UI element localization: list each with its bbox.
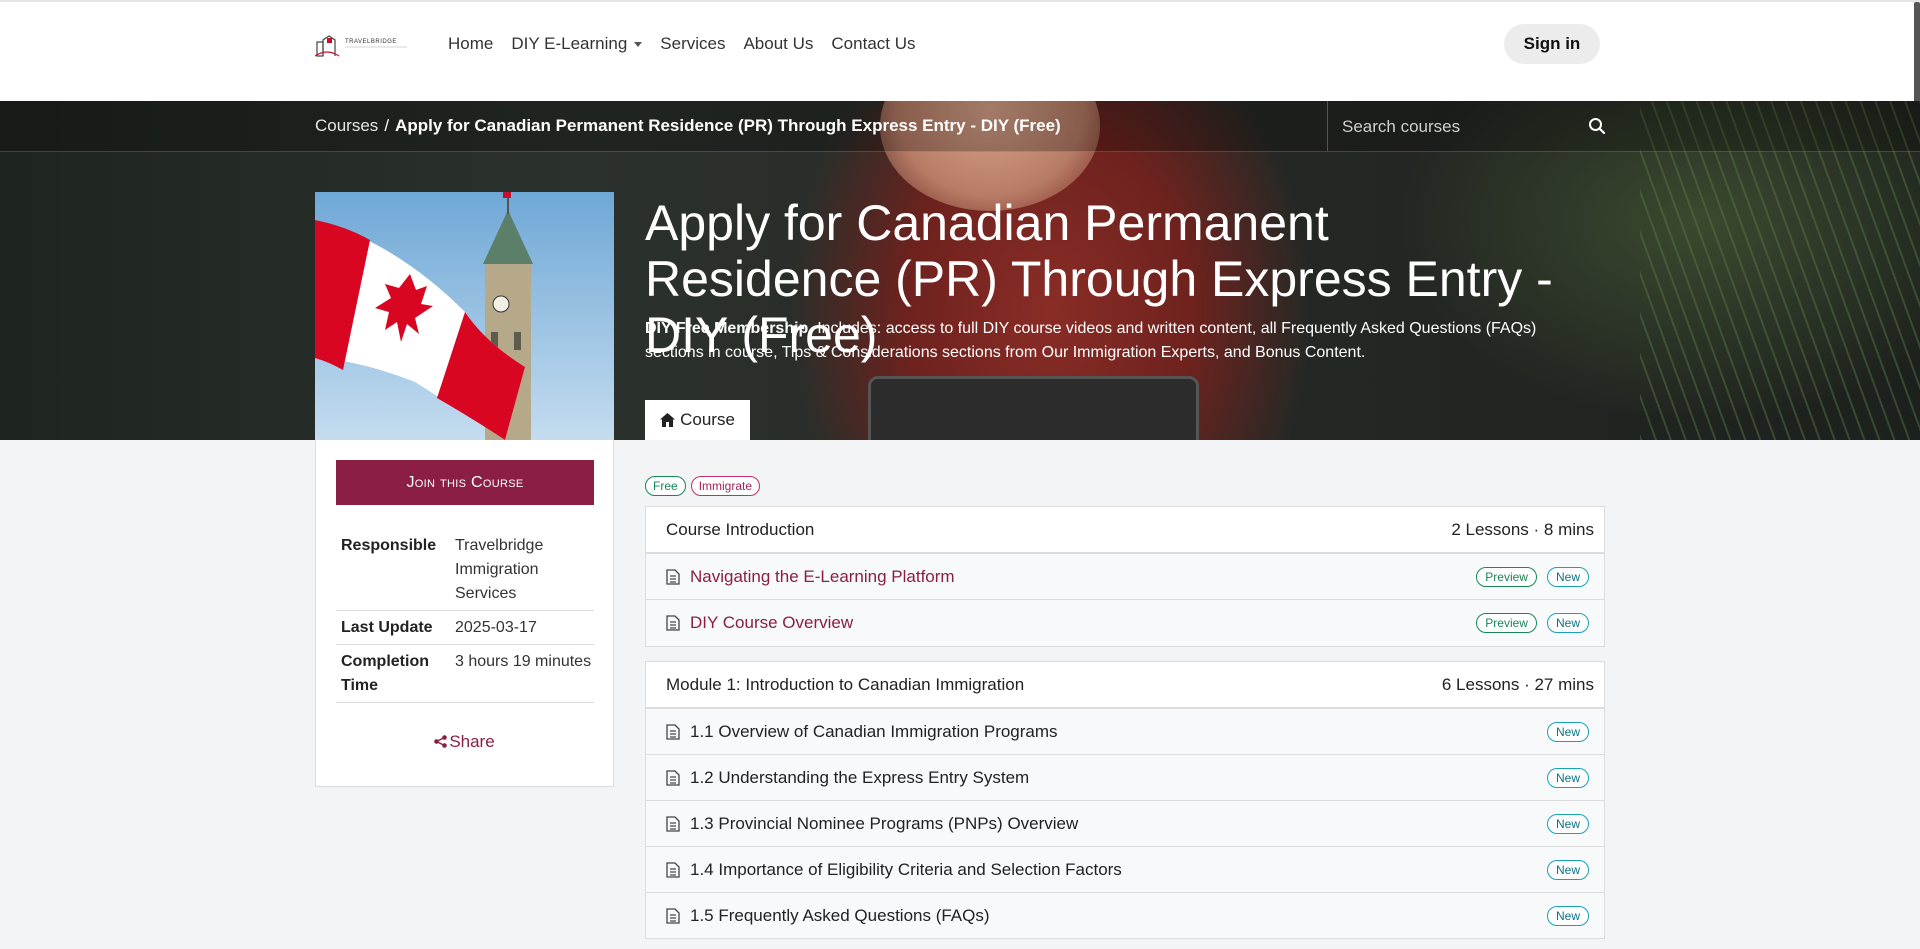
info-row-responsible: Responsible Travelbridge Immigration Ser… [336,529,594,611]
nav-link-diy-elearning[interactable]: DIY E-Learning [502,30,651,58]
course-hero: Courses / Apply for Canadian Permanent Res… [0,101,1920,440]
section-title: Course Introduction [666,519,815,539]
share-icon [434,735,448,748]
nav-link-home[interactable]: Home [448,30,502,58]
course-info-table: Responsible Travelbridge Immigration Ser… [336,529,594,703]
nav-link-services[interactable]: Services [651,30,734,58]
course-description: DIY Free Membership. Includes: access to… [645,317,1575,365]
section-header[interactable]: Course Introduction 2 Lessons · 8 mins [646,507,1604,554]
lesson-item[interactable]: Navigating the E-Learning Platform Previ… [646,554,1604,600]
info-label: Last Update [341,619,433,636]
info-label: Responsible [341,537,437,554]
nav-link-about-us[interactable]: About Us [734,30,822,58]
lesson-item[interactable]: DIY Course Overview Preview New [646,600,1604,646]
share-link[interactable]: Share [316,732,613,752]
section-meta: 6 Lessons · 27 mins [1441,674,1594,694]
membership-label: DIY Free Membership. [645,320,813,337]
course-tags: Free Immigrate [645,476,761,496]
join-course-label: Join this Course [406,473,524,491]
document-icon [666,568,680,585]
course-sidebar: Join this Course Responsible Travelbridg… [315,440,614,787]
breadcrumb: Courses / Apply for Canadian Permanent Res… [315,116,1061,136]
join-course-button[interactable]: Join this Course [336,460,594,505]
tab-course[interactable]: Course [645,400,750,440]
new-badge: New [1546,613,1589,633]
new-badge: New [1546,905,1589,926]
new-badge: New [1546,859,1589,880]
share-label: Share [449,732,495,751]
nav-link-contact-us[interactable]: Contact Us [822,30,924,58]
section-module-1: Module 1: Introduction to Canadian Immig… [645,661,1605,939]
tag-free[interactable]: Free [645,476,686,496]
preview-badge: Preview [1476,613,1537,633]
lesson-item[interactable]: 1.3 Provincial Nominee Programs (PNPs) O… [646,801,1604,847]
tag-immigrate[interactable]: Immigrate [690,476,761,496]
lesson-title[interactable]: DIY Course Overview [690,613,1466,633]
info-value: 3 hours 19 minutes [455,653,592,670]
section-course-introduction: Course Introduction 2 Lessons · 8 mins N… [645,506,1605,647]
document-icon [666,907,680,924]
lesson-item[interactable]: 1.1 Overview of Canadian Immigration Pro… [646,709,1604,755]
lesson-title: 1.1 Overview of Canadian Immigration Pro… [690,721,1058,741]
breadcrumb-separator: / [384,116,390,135]
nav-link-diy-elearning-label: DIY E-Learning [511,34,628,53]
lesson-title: 1.4 Importance of Eligibility Criteria a… [690,859,1122,879]
document-icon [666,861,680,878]
new-badge: New [1546,767,1589,788]
lesson-item[interactable]: 1.4 Importance of Eligibility Criteria a… [646,847,1604,893]
main-nav: Home DIY E-Learning Services About Us Co… [448,30,925,58]
info-row-completion-time: Completion Time 3 hours 19 minutes [336,645,594,703]
lesson-title: 1.2 Understanding the Express Entry Syst… [690,767,1030,787]
lesson-item[interactable]: 1.5 Frequently Asked Questions (FAQs) Ne… [646,893,1604,939]
home-icon [660,413,676,427]
course-cover-image [315,192,614,440]
breadcrumb-courses-link[interactable]: Courses [315,116,378,135]
info-value: 2025-03-17 [455,619,537,636]
document-icon [666,815,680,832]
search-input[interactable] [1340,114,1564,140]
lesson-title[interactable]: Navigating the E-Learning Platform [690,567,1466,587]
new-badge: New [1546,566,1589,587]
travelbridge-logo[interactable]: TRAVELBRIDGE [315,30,409,62]
chevron-down-icon [634,42,643,48]
document-icon [666,769,680,786]
document-icon [666,723,680,740]
top-navbar: TRAVELBRIDGE Home DIY E-Learning Service… [0,0,1920,101]
breadcrumb-current: Apply for Canadian Permanent Residence (… [395,116,1061,135]
hero-background-laptop [868,376,1199,440]
section-title: Module 1: Introduction to Canadian Immig… [666,674,1025,694]
lesson-item[interactable]: 1.2 Understanding the Express Entry Syst… [646,755,1604,801]
section-meta: 2 Lessons · 8 mins [1451,519,1594,539]
info-row-last-update: Last Update 2025-03-17 [336,611,594,645]
tab-course-label: Course [680,410,735,429]
lesson-title: 1.3 Provincial Nominee Programs (PNPs) O… [690,813,1079,833]
new-badge: New [1546,813,1589,834]
breadcrumb-bar: Courses / Apply for Canadian Permanent Res… [0,101,1920,152]
sign-in-button[interactable]: Sign in [1504,24,1600,64]
info-label: Completion Time [341,653,429,694]
preview-badge: Preview [1476,566,1537,587]
course-search [1327,101,1607,151]
search-icon[interactable] [1588,117,1606,135]
document-icon [666,615,680,631]
svg-text:TRAVELBRIDGE: TRAVELBRIDGE [345,39,397,45]
new-badge: New [1546,721,1589,742]
info-value: Travelbridge Immigration Services [455,537,544,602]
section-header[interactable]: Module 1: Introduction to Canadian Immig… [646,662,1604,709]
lesson-title: 1.5 Frequently Asked Questions (FAQs) [690,905,990,925]
